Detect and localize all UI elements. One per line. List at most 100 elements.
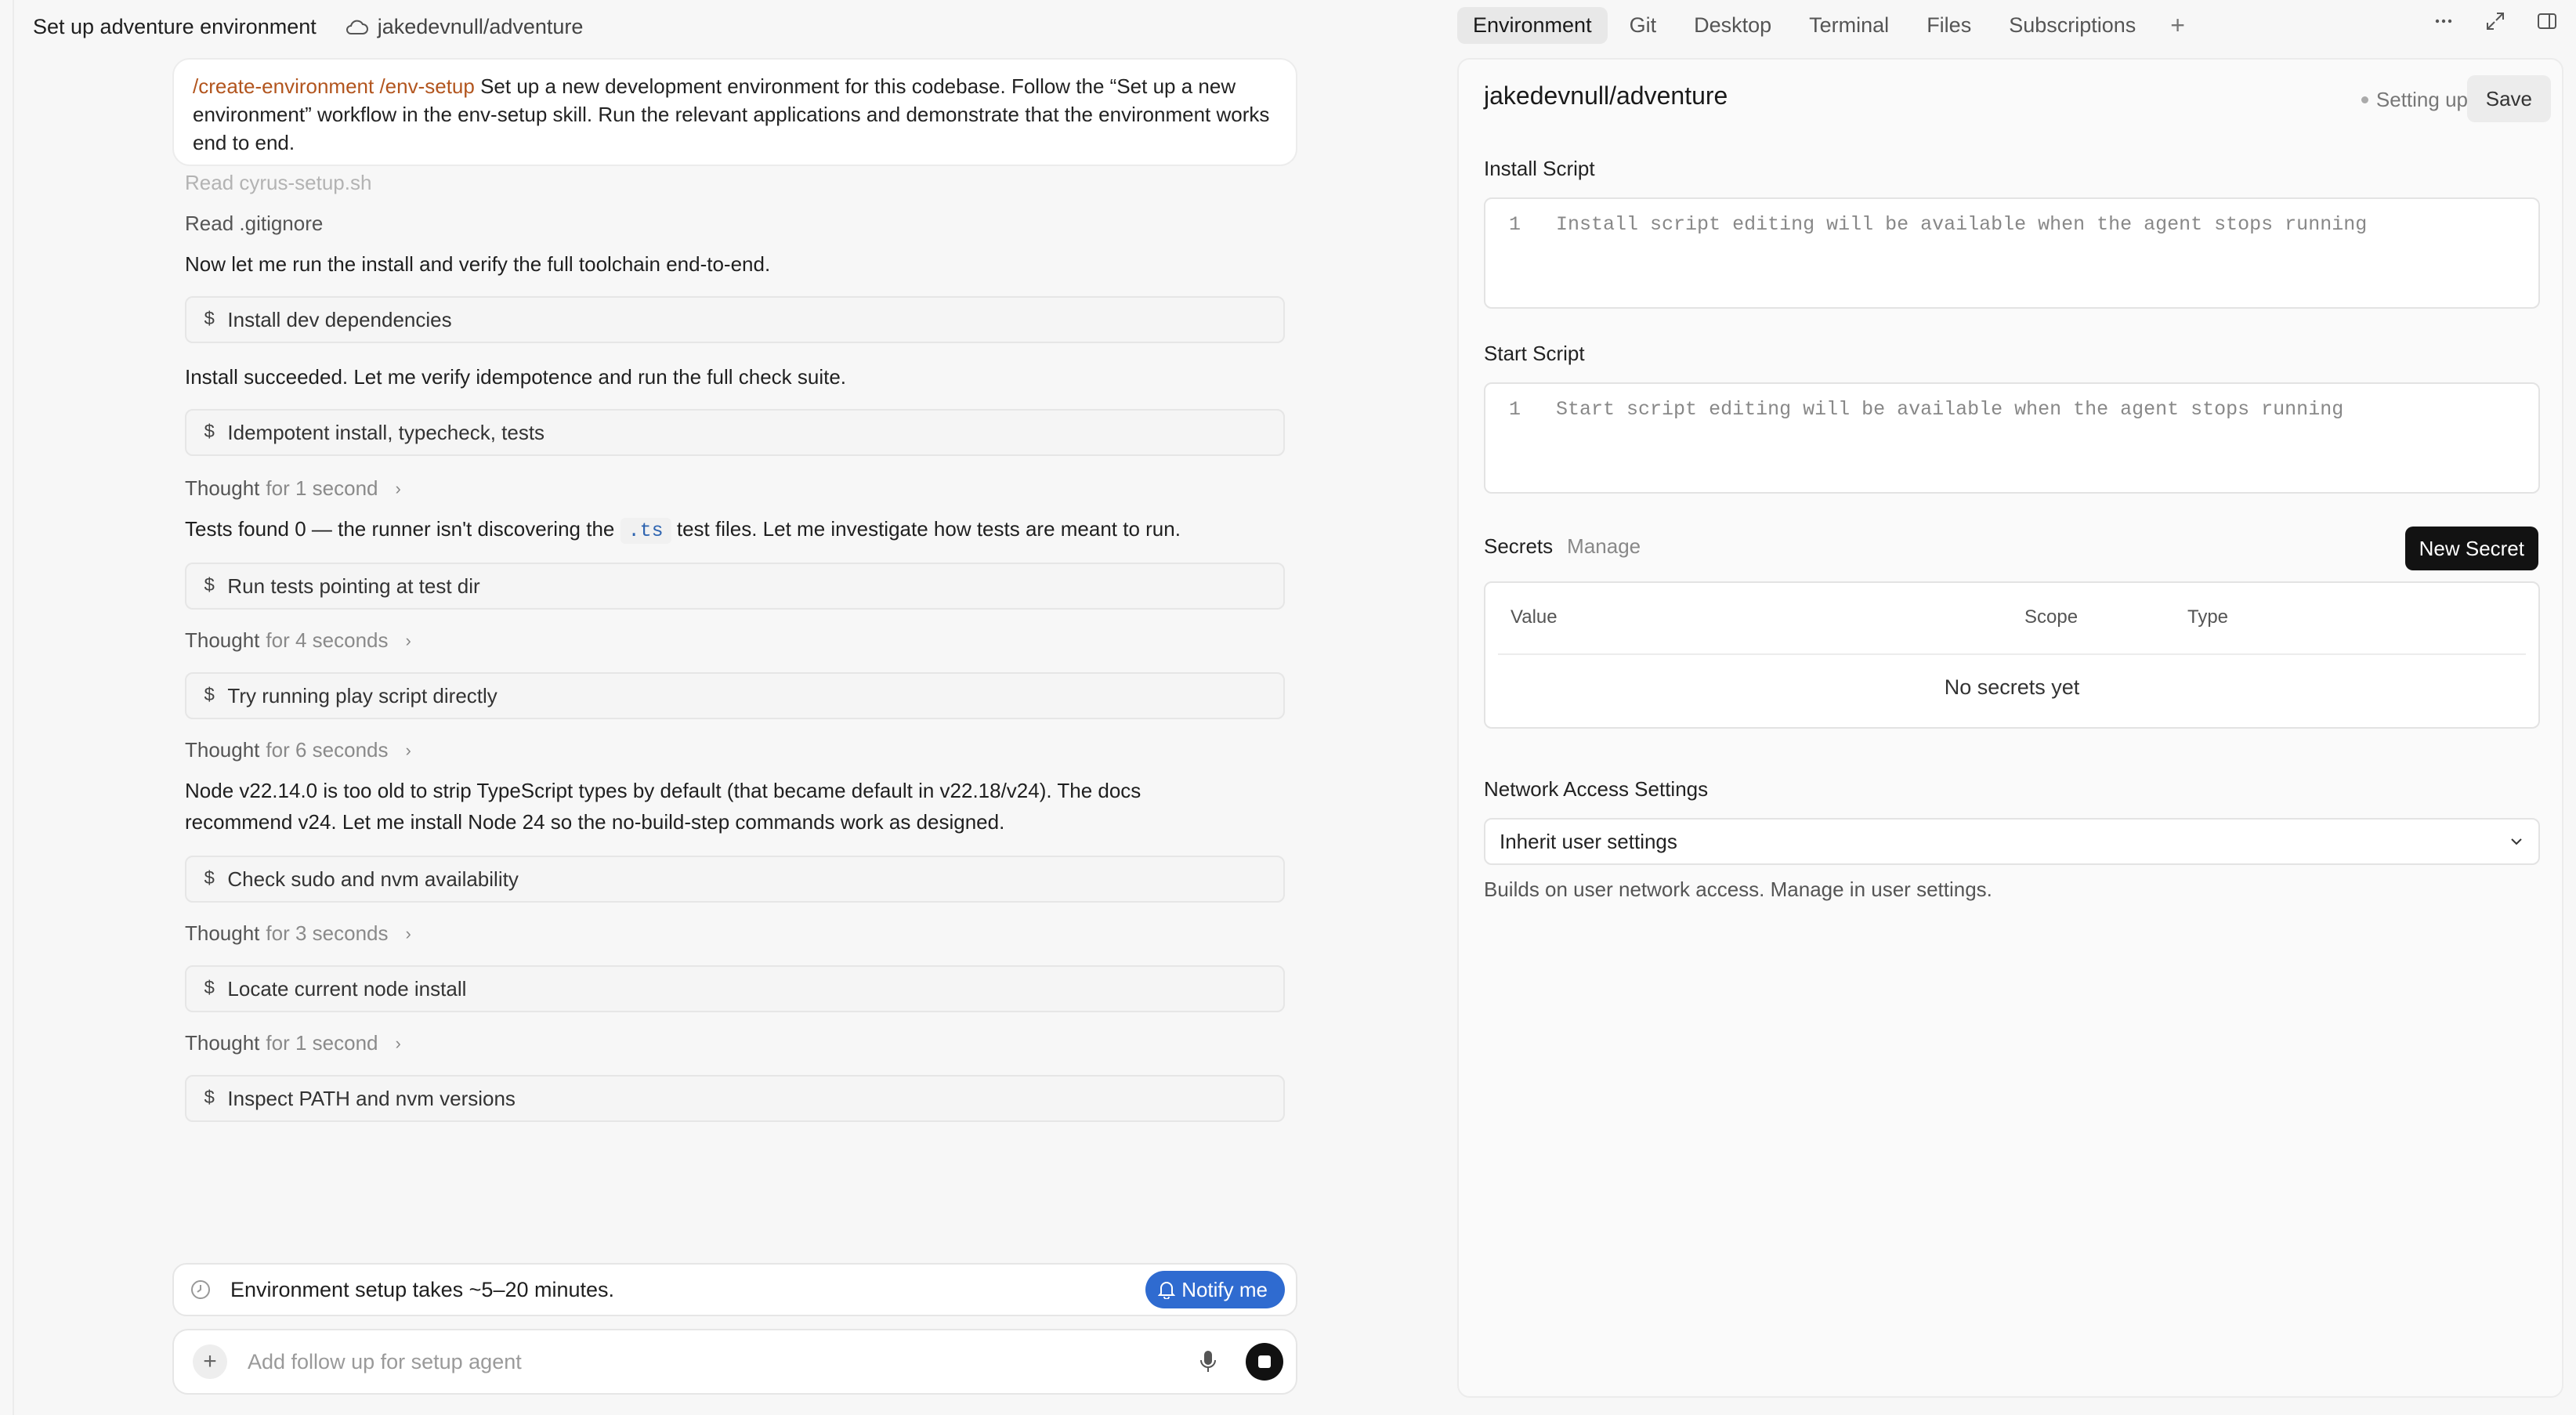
thought-toggle[interactable]: Thought for 4 seconds › [185,628,411,653]
column-header-type: Type [2187,606,2229,628]
tab-environment[interactable]: Environment [1457,6,1608,44]
bash-step[interactable]: $ Check sudo and nvm availability [185,856,1285,903]
left-edge-divider [13,0,14,1415]
dollar-icon: $ [204,1087,215,1109]
save-button[interactable]: Save [2466,75,2551,122]
chevron-right-icon: › [395,1033,401,1053]
chevron-right-icon: › [395,478,401,498]
user-settings-link[interactable]: user [1871,878,1911,901]
secrets-label: Secrets [1484,534,1554,558]
bash-step-label: Try running play script directly [227,683,497,708]
start-script-label: Start Script [1484,342,1585,365]
bash-step[interactable]: $ Locate current node install [185,965,1285,1012]
assistant-message: Install succeeded. Let me verify idempot… [185,365,847,389]
expand-icon[interactable] [2485,11,2505,31]
assistant-message: recommend v24. Let me install Node 24 so… [185,810,1005,834]
microphone-icon[interactable] [1199,1349,1217,1374]
tab-files[interactable]: Files [1911,7,1987,44]
secrets-header: Secrets Manage [1484,534,1641,559]
empty-state: No secrets yet [1944,675,2080,699]
chevron-right-icon: › [405,630,411,650]
help-text: Builds on user network access. Manage in [1484,878,1866,901]
network-access-select[interactable]: Inherit user settings [1484,818,2540,865]
thought-label: Thought [185,628,260,652]
thought-label: Thought [185,921,260,945]
chevron-right-icon: › [405,923,411,943]
dollar-icon: $ [204,309,215,331]
thought-toggle[interactable]: Thought for 1 second › [185,1031,401,1055]
message-text: Tests found 0 — the runner isn't discove… [185,517,615,541]
thought-duration: for 3 seconds [266,921,389,945]
thought-toggle[interactable]: Thought for 1 second › [185,476,401,501]
more-icon[interactable] [2433,11,2454,31]
assistant-message: Tests found 0 — the runner isn't discove… [185,517,1181,544]
repo-name: jakedevnull/adventure [377,14,584,38]
network-access-value: Inherit user settings [1500,829,1677,853]
secrets-table: Value Scope Type No secrets yet [1484,581,2540,729]
follow-up-input[interactable] [246,1348,1199,1375]
notify-me-label: Notify me [1181,1277,1268,1301]
notify-me-button[interactable]: Notify me [1145,1271,1285,1308]
tab-desktop[interactable]: Desktop [1678,7,1787,44]
dollar-icon: $ [204,575,215,597]
line-number: 1 [1509,398,1521,421]
start-script-editor[interactable]: 1 Start script editing will be available… [1484,382,2540,494]
prompt-commands: /create-environment /env-setup [193,74,475,98]
install-script-placeholder: Install script editing will be available… [1556,213,2368,236]
status-dot-icon [2361,96,2368,103]
line-number: 1 [1509,213,1521,236]
assistant-message: Now let me run the install and verify th… [185,252,771,276]
column-header-scope: Scope [2024,606,2079,628]
thought-toggle[interactable]: Thought for 3 seconds › [185,921,411,946]
panel-tabs: Environment Git Desktop Terminal Files S… [1457,6,2198,44]
tab-subscriptions[interactable]: Subscriptions [1993,7,2151,44]
thought-duration: for 1 second [266,476,378,500]
bash-step-label: Install dev dependencies [227,307,452,331]
user-prompt: /create-environment /env-setup Set up a … [172,58,1297,166]
status-text: Setting up [2375,88,2468,111]
thought-label: Thought [185,738,260,762]
environment-title: jakedevnull/adventure [1484,81,1728,110]
network-help-text: Builds on user network access. Manage in… [1484,878,1992,902]
table-divider [1498,653,2526,655]
setup-time-notice: Environment setup takes ~5–20 minutes. N… [172,1263,1297,1316]
bash-step[interactable]: $ Install dev dependencies [185,296,1285,343]
stop-button[interactable] [1246,1343,1283,1381]
environment-panel: jakedevnull/adventure Setting up Save In… [1457,58,2563,1398]
bash-step[interactable]: $ Idempotent install, typecheck, tests [185,409,1285,456]
composer: + [172,1329,1297,1395]
add-attachment-button[interactable]: + [193,1344,227,1379]
tab-git[interactable]: Git [1614,7,1673,44]
install-script-editor[interactable]: 1 Install script editing will be availab… [1484,197,2540,309]
bash-step[interactable]: $ Try running play script directly [185,672,1285,719]
assistant-message: Node v22.14.0 is too old to strip TypeSc… [185,779,1141,802]
cloud-icon [346,20,368,34]
bash-step[interactable]: $ Inspect PATH and nvm versions [185,1075,1285,1122]
thought-label: Thought [185,476,260,500]
stop-icon [1258,1355,1271,1368]
add-tab-button[interactable]: + [2158,5,2198,46]
sidebar-toggle-icon[interactable] [2537,11,2557,31]
plus-icon: + [203,1348,217,1374]
bash-step-label: Inspect PATH and nvm versions [227,1086,516,1110]
thought-duration: for 6 seconds [266,738,389,762]
dollar-icon: $ [204,422,215,443]
tab-terminal[interactable]: Terminal [1793,7,1905,44]
thought-toggle[interactable]: Thought for 6 seconds › [185,738,411,762]
thought-duration: for 1 second [266,1031,378,1055]
dollar-icon: $ [204,978,215,1000]
message-text: test files. Let me investigate how tests… [676,517,1181,541]
status-badge: Setting up [2361,88,2468,112]
window-controls [2433,11,2557,31]
dollar-icon: $ [204,685,215,707]
bash-step-label: Run tests pointing at test dir [227,574,480,598]
read-step[interactable]: Read .gitignore [185,212,323,236]
notice-text: Environment setup takes ~5–20 minutes. [230,1277,615,1301]
dollar-icon: $ [204,868,215,890]
new-secret-button[interactable]: New Secret [2404,527,2538,570]
bash-step[interactable]: $ Run tests pointing at test dir [185,563,1285,610]
repo-chip[interactable]: jakedevnull/adventure [345,14,584,39]
bell-icon [1158,1282,1176,1299]
column-header-value: Value [1511,606,1558,628]
manage-secrets-link[interactable]: Manage [1567,534,1641,558]
